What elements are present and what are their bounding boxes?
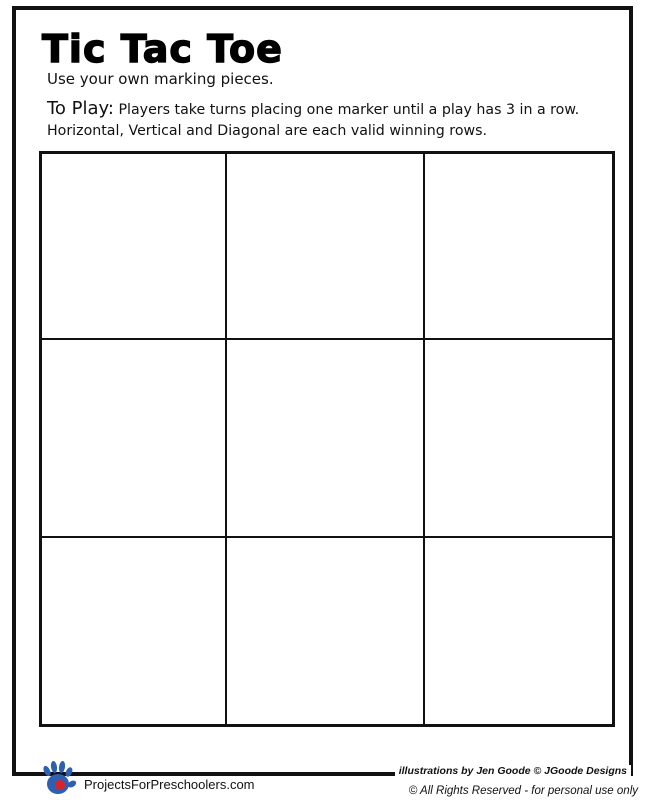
board-cell-bottom-left[interactable]: [42, 538, 227, 724]
rules-label: To Play:: [47, 98, 114, 119]
page-title: Tic Tac Toe: [41, 27, 283, 71]
board-cell-middle-left[interactable]: [42, 340, 227, 538]
board-cell-bottom-right[interactable]: [425, 538, 612, 724]
illustration-credit: illustrations by Jen Goode © JGoode Desi…: [394, 765, 631, 777]
board-cell-center[interactable]: [227, 340, 425, 538]
rules-line-1-text: Players take turns placing one marker un…: [118, 102, 580, 118]
site-logo: ProjectsForPreschoolers.com: [38, 758, 259, 798]
board-cell-top-left[interactable]: [42, 154, 227, 340]
rules-line-2: Horizontal, Vertical and Diagonal are ea…: [47, 123, 488, 139]
logo-text: ProjectsForPreschoolers.com: [80, 776, 259, 792]
rules-text: To Play: Players take turns placing one …: [47, 98, 627, 142]
board-cell-bottom-center[interactable]: [227, 538, 425, 724]
board-cell-middle-right[interactable]: [425, 340, 612, 538]
handprint-icon: [43, 761, 77, 794]
board-cell-top-center[interactable]: [227, 154, 425, 340]
rules-line-1: To Play: Players take turns placing one …: [47, 98, 627, 121]
tic-tac-toe-board: [39, 151, 615, 727]
subtitle: Use your own marking pieces.: [47, 70, 274, 88]
copyright-notice: © All Rights Reserved - for personal use…: [408, 785, 638, 797]
board-cell-top-right[interactable]: [425, 154, 612, 340]
